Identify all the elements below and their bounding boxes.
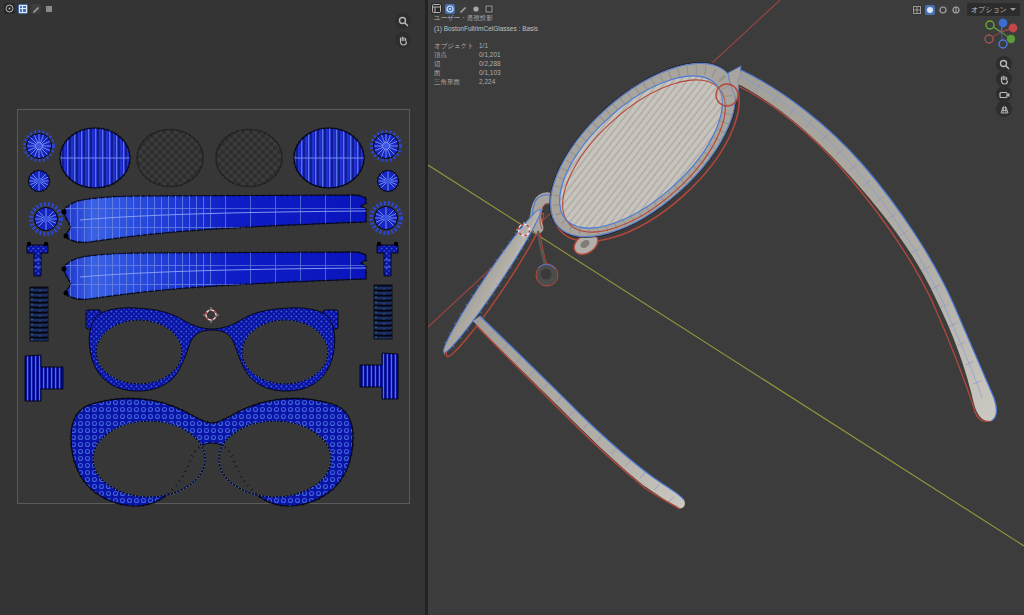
stat-row-vertices: 頂点0/1,201: [434, 50, 538, 59]
gizmo-axis-z-neg[interactable]: [999, 40, 1007, 48]
viewport-shading-button-2[interactable]: [925, 5, 935, 15]
uv-island-lens-oval-1[interactable]: [60, 128, 130, 188]
uv-canvas[interactable]: [0, 0, 425, 615]
uv-pan-tool-button[interactable]: [395, 32, 411, 48]
stat-label: 辺: [434, 59, 479, 68]
stat-value: 0/1,201: [479, 50, 501, 59]
viewport-mode-button-1[interactable]: [445, 4, 455, 14]
uv-editor-header: [4, 3, 54, 14]
gizmo-axis-x[interactable]: [1009, 24, 1018, 33]
stat-label: 頂点: [434, 50, 479, 59]
uv-island-disc-small-2[interactable]: [378, 171, 399, 192]
uv-editor-type-button[interactable]: [4, 3, 15, 14]
viewport-zoom-tool-button[interactable]: [996, 56, 1012, 72]
viewport-overlay-text: ユーザー・透視投影 (1) BostonFullrimCelGlasses : …: [434, 13, 538, 86]
hand-icon: [398, 35, 409, 46]
magnifier-icon: [999, 59, 1010, 70]
uv-island-disc-small-1[interactable]: [29, 171, 50, 192]
viewport-3d-canvas[interactable]: [428, 0, 1024, 615]
magnifier-icon: [398, 16, 409, 27]
blender-window: オプション ユーザー・透視投影 (1) BostonFullrimCelGlas…: [0, 0, 1024, 615]
gizmo-axis-y-neg[interactable]: [1007, 35, 1015, 43]
viewport-mode-button-3[interactable]: [471, 4, 481, 14]
camera-icon: [999, 89, 1010, 100]
uv-island-lens-oval-2[interactable]: [294, 128, 364, 188]
view-mode-label: ユーザー・透視投影: [434, 13, 538, 23]
gizmo-axis-y[interactable]: [986, 21, 994, 29]
stat-label: 面: [434, 68, 479, 77]
stat-value: 0/2,288: [479, 59, 501, 68]
stat-value: 2,224: [479, 77, 495, 86]
stat-row-objects: オブジェクト1/1: [434, 41, 538, 50]
uv-island-stripe-block-1[interactable]: [30, 287, 48, 341]
uv-editor-pane: [0, 0, 425, 615]
stat-row-edges: 辺0/2,288: [434, 59, 538, 68]
navigation-gizmo[interactable]: [979, 11, 1023, 55]
hand-icon: [999, 74, 1010, 85]
stat-label: 三角形面: [434, 77, 479, 86]
uv-mode-paint-button[interactable]: [31, 4, 41, 14]
viewport-pan-tool-button[interactable]: [996, 71, 1012, 87]
viewport-mode-button-2[interactable]: [458, 4, 468, 14]
perspective-grid-icon: [999, 104, 1010, 115]
viewport-shading-button-4[interactable]: [951, 5, 961, 15]
viewport-mode-button-4[interactable]: [484, 4, 494, 14]
mesh-stats: オブジェクト1/1 頂点0/1,201 辺0/2,288 面0/1,103 三角…: [434, 41, 538, 86]
uv-island-lens-dark-2[interactable]: [216, 130, 282, 187]
gizmo-axis-x-neg[interactable]: [985, 35, 993, 43]
uv-mode-mask-button[interactable]: [44, 4, 54, 14]
stat-value: 0/1,103: [479, 68, 501, 77]
viewport-shading-button-1[interactable]: [912, 5, 922, 15]
gizmo-axis-z[interactable]: [999, 19, 1008, 28]
viewport-shading-button-3[interactable]: [938, 5, 948, 15]
uv-island-stripe-block-2[interactable]: [374, 285, 392, 339]
object-info-label: (1) BostonFullrimCelGlasses : Basis: [434, 24, 538, 34]
viewport-3d-pane: オプション ユーザー・透視投影 (1) BostonFullrimCelGlas…: [428, 0, 1024, 615]
uv-zoom-tool-button[interactable]: [395, 13, 411, 29]
stat-label: オブジェクト: [434, 41, 479, 50]
uv-island-lens-dark-1[interactable]: [137, 130, 203, 187]
stat-row-faces: 面0/1,103: [434, 68, 538, 77]
stat-row-triangles: 三角形面2,224: [434, 77, 538, 86]
stat-value: 1/1: [479, 41, 488, 50]
viewport-camera-button[interactable]: [996, 86, 1012, 102]
viewport-perspective-button[interactable]: [996, 101, 1012, 117]
uv-mode-view-button[interactable]: [18, 4, 28, 14]
